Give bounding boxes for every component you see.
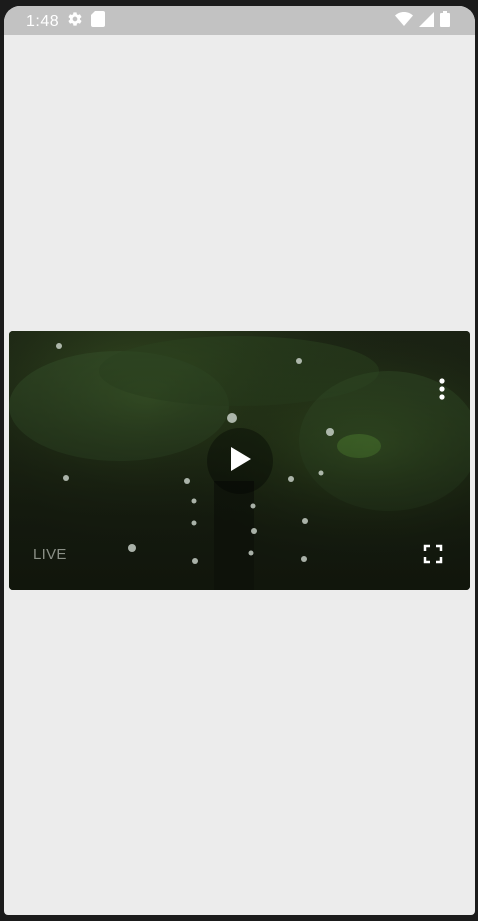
play-icon xyxy=(229,446,251,476)
status-bar: 1:48 xyxy=(4,6,475,35)
battery-icon xyxy=(440,11,450,32)
video-player[interactable]: LIVE xyxy=(9,331,470,590)
live-label: LIVE xyxy=(33,546,67,563)
settings-gear-icon xyxy=(67,11,83,32)
app-screen: 1:48 LIVE xyxy=(4,6,475,915)
more-vert-icon xyxy=(432,378,452,405)
more-options-button[interactable] xyxy=(432,377,452,401)
status-time: 1:48 xyxy=(26,12,60,30)
sd-card-icon xyxy=(91,11,106,32)
fullscreen-button[interactable] xyxy=(423,544,443,564)
wifi-icon xyxy=(395,12,413,31)
fullscreen-icon xyxy=(423,544,443,568)
play-button[interactable] xyxy=(207,428,273,494)
cell-signal-icon xyxy=(419,11,434,32)
